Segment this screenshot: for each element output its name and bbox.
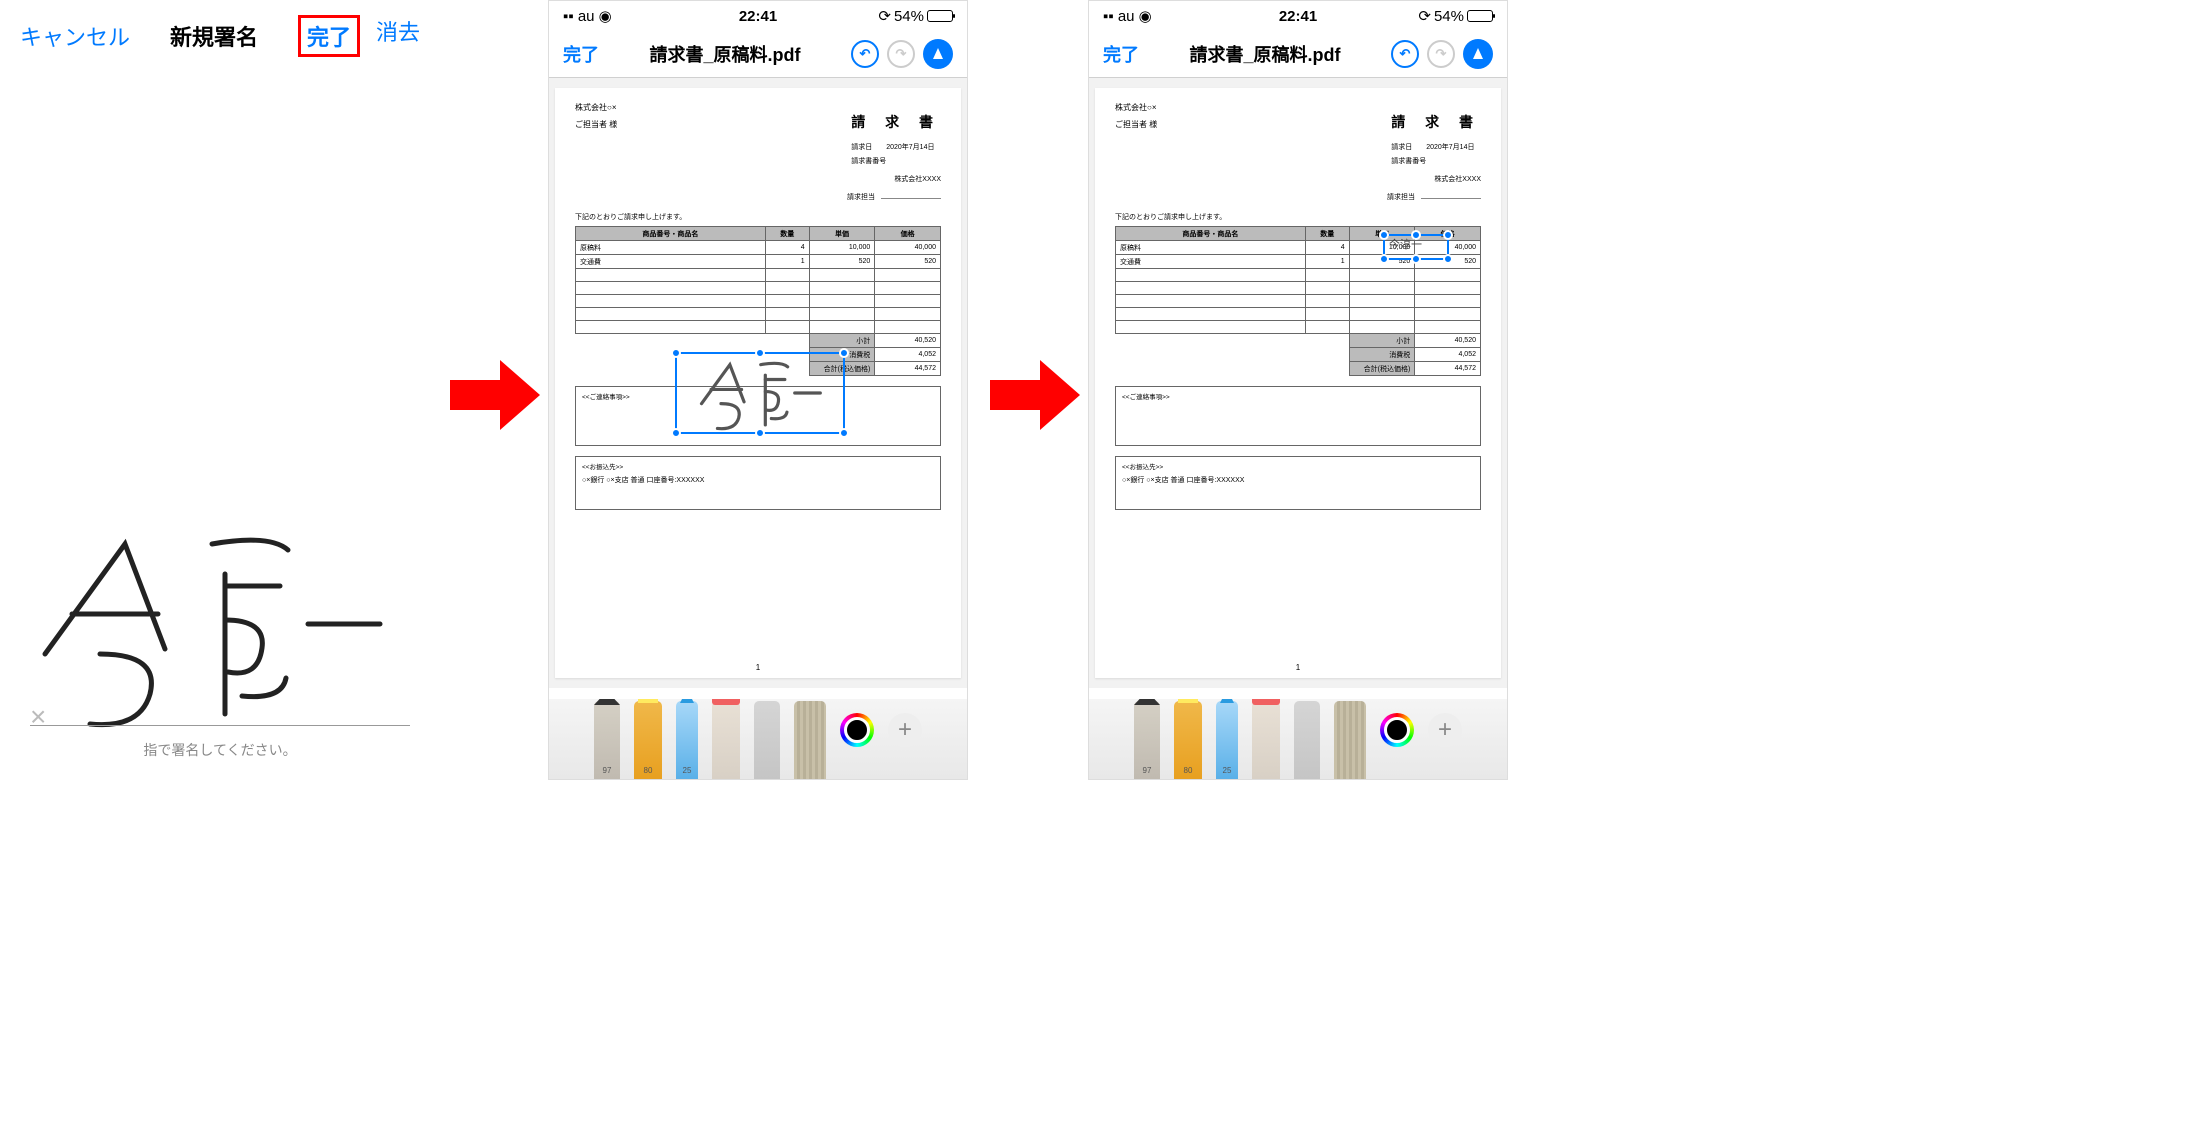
intro-note: 下記のとおりご請求申し上げます。: [1115, 212, 1481, 222]
document-area[interactable]: 株式会社○× ご担当者 様 請 求 書 請求日 2020年7月14日 請求書番号…: [1089, 78, 1507, 688]
toolbar-title: 請求書_原稿料.pdf: [1190, 41, 1341, 67]
signature-stroke: [30, 514, 390, 734]
bill-to: 株式会社XXXX: [1115, 174, 1481, 184]
pencil-tool[interactable]: 97: [1134, 701, 1160, 779]
battery-icon: [927, 10, 953, 22]
bank-box: <<お振込先>>○×銀行 ○×支店 普通 口座番号:XXXXXX: [575, 456, 941, 510]
page-number: 1: [756, 663, 760, 672]
signature-placed-selected[interactable]: [675, 352, 845, 434]
signature-area[interactable]: 指で署名してください。: [30, 514, 410, 760]
arrow-icon: [450, 360, 540, 430]
signature-line: [30, 725, 410, 726]
status-bar: ▪▪ au ◉ 22:41 ⟳ 54%: [1089, 1, 1507, 31]
pen-tool[interactable]: 25: [676, 701, 698, 779]
sheet-header: キャンセル 新規署名 完了 消去: [0, 0, 440, 72]
signature-placed-selected[interactable]: 今淳一: [1383, 234, 1449, 260]
memo-box: <<ご連絡事項>>: [1115, 386, 1481, 446]
ruler-tool[interactable]: [794, 701, 826, 779]
markup-tools: 97 80 25 +: [1089, 699, 1507, 779]
pdf-page: 株式会社○× ご担当者 様 請 求 書 請求日 2020年7月14日 請求書番号…: [555, 88, 961, 678]
page-number: 1: [1296, 663, 1300, 672]
wifi-icon: ◉: [1139, 8, 1152, 25]
intro-note: 下記のとおりご請求申し上げます。: [575, 212, 941, 222]
signature-sheet: キャンセル 新規署名 完了 消去 指で署名してください。: [0, 0, 440, 800]
document-area[interactable]: 株式会社○× ご担当者 様 請 求 書 請求日 2020年7月14日 請求書番号…: [549, 78, 967, 688]
toolbar-done-button[interactable]: 完了: [1103, 41, 1139, 67]
agent-line: 請求担当: [575, 192, 941, 202]
status-time: 22:41: [739, 8, 777, 25]
markup-pen-icon[interactable]: [1463, 39, 1493, 69]
cancel-button[interactable]: キャンセル: [20, 20, 130, 52]
status-bar: ▪▪ au ◉ 22:41 ⟳ 54%: [549, 1, 967, 31]
markup-tools: 97 80 25 +: [549, 699, 967, 779]
arrow-icon: [990, 360, 1080, 430]
marker-tool[interactable]: 80: [1174, 701, 1202, 779]
toolbar-title: 請求書_原稿料.pdf: [650, 41, 801, 67]
markup-toolbar: 完了 請求書_原稿料.pdf ↶ ↷: [1089, 31, 1507, 78]
status-left: ▪▪ au ◉: [1103, 7, 1152, 25]
status-time: 22:41: [1279, 8, 1317, 25]
battery-icon: [1467, 10, 1493, 22]
rotation-lock-icon: ⟳: [1418, 7, 1431, 25]
phone-preview-3: ▪▪ au ◉ 22:41 ⟳ 54% 完了 請求書_原稿料.pdf ↶ ↷ 株…: [1088, 0, 1508, 780]
marker-tool[interactable]: 80: [634, 701, 662, 779]
attention: ご担当者 様: [1115, 119, 1157, 130]
bank-box: <<お振込先>>○×銀行 ○×支店 普通 口座番号:XXXXXX: [1115, 456, 1481, 510]
lasso-tool[interactable]: [754, 701, 780, 779]
pen-tool[interactable]: 25: [1216, 701, 1238, 779]
lasso-tool[interactable]: [1294, 701, 1320, 779]
clear-button[interactable]: 消去: [376, 15, 420, 57]
wifi-icon: ◉: [599, 8, 612, 25]
markup-toolbar: 完了 請求書_原稿料.pdf ↶ ↷: [549, 31, 967, 78]
toolbar-done-button[interactable]: 完了: [563, 41, 599, 67]
status-left: ▪▪ au ◉: [563, 7, 612, 25]
doc-title: 請 求 書: [1391, 112, 1481, 132]
attention: ご担当者 様: [575, 119, 617, 130]
add-button[interactable]: +: [888, 713, 922, 747]
agent-line: 請求担当: [1115, 192, 1481, 202]
rotation-lock-icon: ⟳: [878, 7, 891, 25]
phone-preview-2: ▪▪ au ◉ 22:41 ⟳ 54% 完了 請求書_原稿料.pdf ↶ ↷ 株…: [548, 0, 968, 780]
undo-icon[interactable]: ↶: [851, 40, 879, 68]
doc-title: 請 求 書: [851, 112, 941, 132]
signal-icon: ▪▪: [1103, 8, 1114, 25]
signature-hint: 指で署名してください。: [30, 740, 410, 760]
pencil-tool[interactable]: 97: [594, 701, 620, 779]
eraser-tool[interactable]: [1252, 701, 1280, 779]
redo-icon: ↷: [1427, 40, 1455, 68]
bill-to: 株式会社XXXX: [575, 174, 941, 184]
signature-image: [677, 354, 843, 432]
status-right: ⟳ 54%: [878, 7, 953, 25]
markup-pen-icon[interactable]: [923, 39, 953, 69]
color-picker-button[interactable]: [1380, 713, 1414, 747]
signal-icon: ▪▪: [563, 8, 574, 25]
add-button[interactable]: +: [1428, 713, 1462, 747]
ruler-tool[interactable]: [1334, 701, 1366, 779]
company-name: 株式会社○×: [1115, 102, 1157, 113]
pdf-page: 株式会社○× ご担当者 様 請 求 書 請求日 2020年7月14日 請求書番号…: [1095, 88, 1501, 678]
color-picker-button[interactable]: [840, 713, 874, 747]
undo-icon[interactable]: ↶: [1391, 40, 1419, 68]
status-right: ⟳ 54%: [1418, 7, 1493, 25]
company-name: 株式会社○×: [575, 102, 617, 113]
sheet-title: 新規署名: [170, 20, 258, 52]
eraser-tool[interactable]: [712, 701, 740, 779]
redo-icon: ↷: [887, 40, 915, 68]
done-button[interactable]: 完了: [298, 15, 360, 57]
